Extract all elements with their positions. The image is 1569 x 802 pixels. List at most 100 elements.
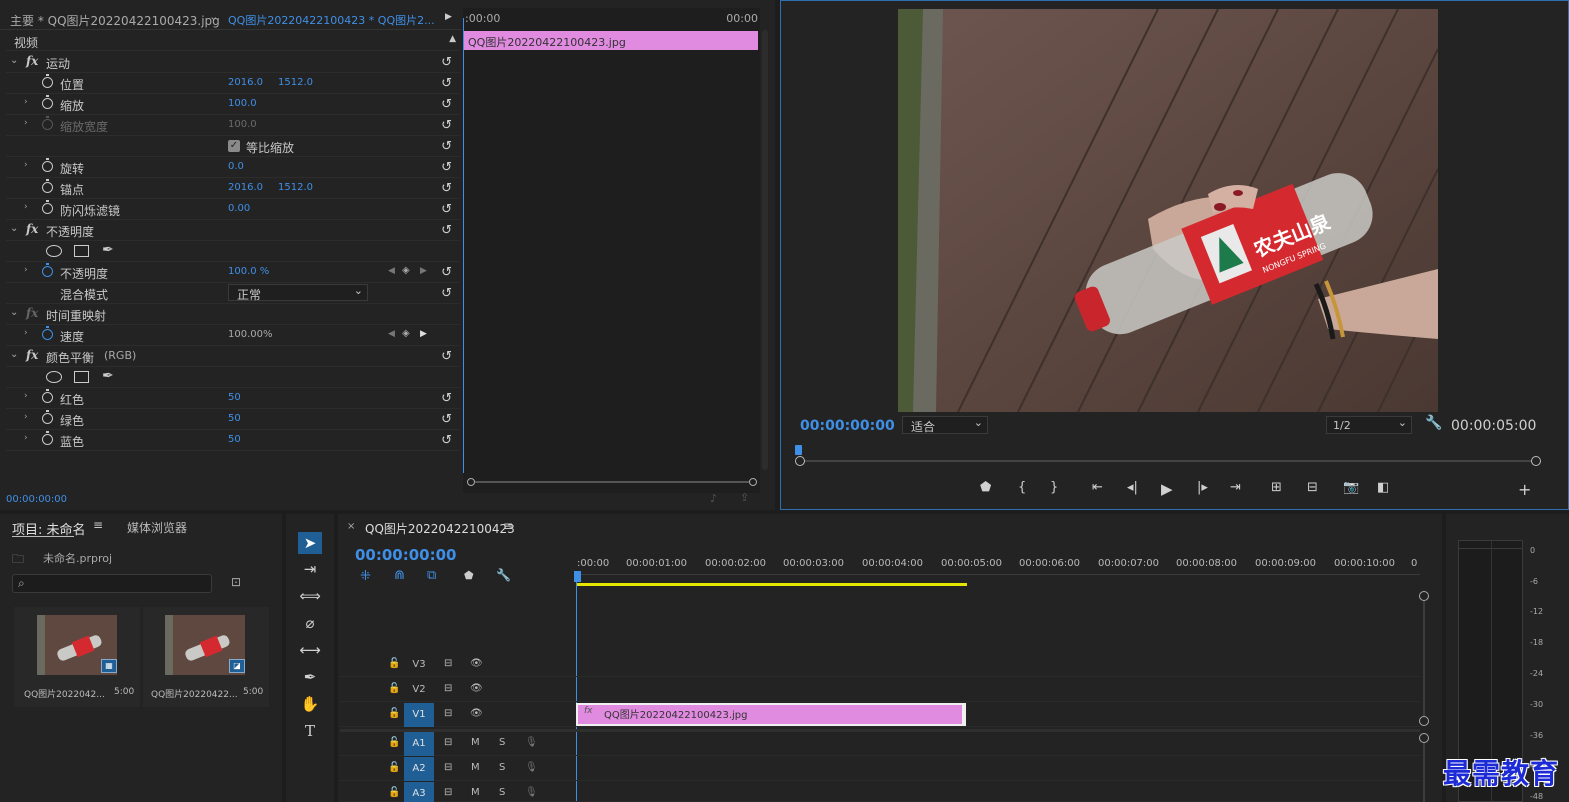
add-keyframe-icon[interactable]: ◈	[402, 265, 410, 276]
program-playhead[interactable]	[795, 445, 802, 455]
reset-icon[interactable]: ↺	[441, 160, 452, 175]
stopwatch-icon[interactable]	[42, 389, 53, 403]
track-name[interactable]: V1	[404, 703, 434, 727]
expand-chevron-icon[interactable]: ›	[24, 433, 28, 443]
reset-icon[interactable]: ↺	[441, 181, 452, 196]
reset-icon[interactable]: ↺	[441, 286, 452, 301]
lock-icon[interactable]: 🔓	[388, 737, 400, 748]
export-icon[interactable]: ⇪	[740, 491, 749, 504]
tab-sequence-clip[interactable]: QQ图片20220422100423 * QQ图片2...	[228, 12, 435, 28]
linked-selection-icon[interactable]: ⧉	[427, 568, 436, 583]
lock-icon[interactable]: 🔓	[388, 787, 400, 798]
expand-chevron-icon[interactable]: ⌄	[10, 349, 18, 360]
fx-icon[interactable]: fx	[26, 222, 38, 236]
track-a2[interactable]: 🔓 A2 ⊟ M S 🎙	[340, 757, 1420, 781]
add-keyframe-icon[interactable]: ◈	[402, 328, 410, 339]
position-x-value[interactable]: 2016.0	[228, 77, 263, 88]
mini-playhead[interactable]	[463, 18, 464, 473]
stopwatch-icon[interactable]	[42, 200, 53, 214]
ripple-edit-tool-icon[interactable]: ⟺	[298, 585, 322, 607]
toggle-sync-icon[interactable]: ⊟	[444, 658, 452, 669]
reset-icon[interactable]: ↺	[441, 391, 452, 406]
eye-icon[interactable]: 👁	[470, 683, 483, 694]
expand-chevron-icon[interactable]: ›	[24, 391, 28, 401]
effect-color-balance[interactable]: ⌄ fx 颜色平衡 (RGB) ↺	[6, 346, 460, 367]
compare-view-icon[interactable]: ◧	[1377, 480, 1389, 495]
program-video-frame[interactable]: 农夫山泉 NONGFU SPRING	[898, 9, 1438, 412]
reset-icon[interactable]: ↺	[441, 118, 452, 133]
video-scroll-handle-top[interactable]	[1419, 591, 1429, 601]
go-to-in-icon[interactable]: ⇤	[1092, 480, 1103, 495]
expand-chevron-icon[interactable]: ›	[24, 97, 28, 107]
green-value[interactable]: 50	[228, 413, 241, 424]
effect-opacity[interactable]: ⌄ fx 不透明度 ↺	[6, 220, 460, 241]
type-tool-icon[interactable]: T	[298, 720, 322, 742]
fx-icon[interactable]: fx	[26, 54, 38, 68]
solo-button[interactable]: S	[499, 737, 505, 748]
reset-icon[interactable]: ↺	[441, 97, 452, 112]
step-forward-icon[interactable]: |▸	[1197, 480, 1208, 495]
ellipse-mask-icon[interactable]	[46, 371, 62, 383]
fx-icon[interactable]: fx	[26, 348, 38, 362]
menu-icon[interactable]: ≡	[503, 519, 513, 533]
audio-only-icon[interactable]: ♪	[710, 492, 717, 505]
mute-button[interactable]: M	[471, 787, 480, 798]
reset-icon[interactable]: ↺	[441, 412, 452, 427]
microphone-icon[interactable]: 🎙	[525, 762, 538, 773]
stopwatch-icon[interactable]	[42, 158, 53, 172]
timeline-tab[interactable]: QQ图片20220422100423	[365, 520, 515, 537]
reset-icon[interactable]: ↺	[441, 433, 452, 448]
add-marker-icon[interactable]: ⬟	[980, 480, 991, 495]
expand-chevron-icon[interactable]: ›	[24, 160, 28, 170]
prev-keyframe-icon[interactable]: ◀	[388, 329, 395, 339]
rectangle-mask-icon[interactable]	[74, 371, 89, 383]
nest-icon[interactable]: ⁜	[360, 569, 371, 584]
pen-mask-icon[interactable]: ✒	[102, 368, 114, 384]
tab-main-clip[interactable]: 主要 * QQ图片20220422100423.jpg	[10, 12, 220, 29]
extract-icon[interactable]: ⊟	[1307, 480, 1318, 495]
next-keyframe-icon[interactable]: ▶	[420, 266, 427, 276]
fit-dropdown[interactable]: 适合 ⌄	[902, 416, 988, 434]
effect-motion[interactable]: ⌄ fx 运动 ↺	[6, 52, 460, 73]
reset-icon[interactable]: ↺	[441, 202, 452, 217]
go-to-out-icon[interactable]: ⇥	[1230, 480, 1241, 495]
expand-chevron-icon[interactable]: ⌄	[10, 55, 18, 66]
blend-mode-dropdown[interactable]: 正常 ⌄	[228, 284, 368, 302]
vertical-scrollbar[interactable]	[762, 30, 768, 470]
toggle-sync-icon[interactable]: ⊟	[444, 683, 452, 694]
expand-chevron-icon[interactable]: ›	[24, 265, 28, 275]
audio-scrollbar-track[interactable]	[1423, 743, 1425, 802]
step-back-icon[interactable]: ◂|	[1127, 480, 1138, 495]
reset-icon[interactable]: ↺	[441, 265, 452, 280]
program-timecode[interactable]: 00:00:00:00	[800, 418, 895, 434]
expand-chevron-icon[interactable]: ⌄	[10, 223, 18, 234]
expand-chevron-icon[interactable]: ›	[24, 412, 28, 422]
opacity-value[interactable]: 100.0 %	[228, 266, 269, 277]
stopwatch-icon[interactable]	[42, 410, 53, 424]
mini-scrollbar[interactable]	[467, 478, 757, 486]
track-a1[interactable]: 🔓 A1 ⊟ M S 🎙	[340, 732, 1420, 756]
mute-button[interactable]: M	[471, 737, 480, 748]
track-select-tool-icon[interactable]: ⇥	[298, 558, 322, 580]
tab-media-browser[interactable]: 媒体浏览器	[127, 519, 187, 536]
rectangle-mask-icon[interactable]	[74, 245, 89, 257]
hand-tool-icon[interactable]: ✋	[298, 693, 322, 715]
mark-in-icon[interactable]: {	[1018, 480, 1026, 495]
effect-controls-timecode[interactable]: 00:00:00:00	[6, 494, 67, 505]
pen-mask-icon[interactable]: ✒	[102, 242, 114, 258]
scale-value[interactable]: 100.0	[228, 98, 257, 109]
mini-clip[interactable]: QQ图片20220422100423.jpg	[464, 31, 758, 50]
expand-chevron-icon[interactable]: ›	[24, 202, 28, 212]
add-marker-icon[interactable]: ⬟	[464, 569, 474, 582]
range-start-handle[interactable]	[795, 456, 805, 466]
range-end-handle[interactable]	[1531, 456, 1541, 466]
razor-tool-icon[interactable]: ⌀	[298, 612, 322, 634]
pen-tool-icon[interactable]: ✒	[298, 666, 322, 688]
mute-button[interactable]: M	[471, 762, 480, 773]
chevron-down-icon[interactable]: ⌄	[209, 10, 218, 23]
toggle-sync-icon[interactable]: ⊟	[444, 787, 452, 798]
stopwatch-icon[interactable]	[42, 326, 53, 340]
video-scrollbar-track[interactable]	[1423, 601, 1425, 716]
track-a3[interactable]: 🔓 A3 ⊟ M S 🎙	[340, 782, 1420, 802]
eye-icon[interactable]: 👁	[470, 708, 483, 719]
